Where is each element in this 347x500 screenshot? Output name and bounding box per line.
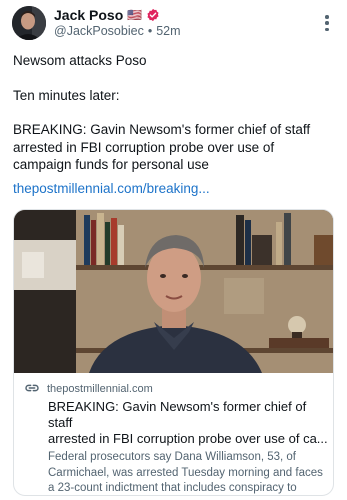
post-text: Newsom attacks Poso Ten minutes later: B…	[13, 52, 335, 191]
link-preview-card[interactable]: thepostmillennial.com BREAKING: Gavin Ne…	[13, 209, 334, 496]
dot	[325, 15, 329, 19]
display-name[interactable]: Jack Poso	[54, 7, 123, 23]
preview-image	[14, 210, 333, 373]
author-handle[interactable]: @JackPosobiec	[54, 24, 144, 38]
card-meta: thepostmillennial.com BREAKING: Gavin Ne…	[14, 373, 333, 495]
link-chain-icon	[24, 382, 40, 397]
post-paragraph: Ten minutes later:	[13, 87, 120, 103]
name-row: Jack Poso 🇺🇸	[54, 6, 160, 24]
us-flag-icon: 🇺🇸	[127, 8, 143, 22]
dot	[325, 27, 329, 31]
post: Jack Poso 🇺🇸 @JackPosobiec • 52m Newsom …	[0, 0, 347, 500]
separator-dot: •	[147, 24, 153, 38]
post-paragraph: BREAKING: Gavin Newsom's former chief of…	[13, 122, 311, 172]
card-domain-row: thepostmillennial.com	[24, 381, 325, 397]
verified-badge-icon	[146, 8, 160, 22]
more-options-icon[interactable]	[317, 12, 337, 34]
post-link[interactable]: thepostmillennial.com/breaking...	[13, 181, 210, 196]
card-description: Federal prosecutors say Dana Williamson,…	[48, 451, 323, 494]
card-title-line: BREAKING: Gavin Newsom's former chief of…	[48, 399, 307, 430]
avatar[interactable]	[12, 6, 46, 40]
dot	[325, 21, 329, 25]
post-paragraph: Newsom attacks Poso	[13, 53, 147, 68]
timestamp[interactable]: 52m	[156, 24, 180, 38]
card-title-line: arrested in FBI corruption probe over us…	[48, 431, 328, 446]
post-header: Jack Poso 🇺🇸 @JackPosobiec • 52m	[12, 6, 335, 42]
handle-row: @JackPosobiec • 52m	[54, 24, 181, 38]
card-title: BREAKING: Gavin Newsom's former chief of…	[24, 399, 328, 447]
card-domain: thepostmillennial.com	[47, 383, 153, 395]
